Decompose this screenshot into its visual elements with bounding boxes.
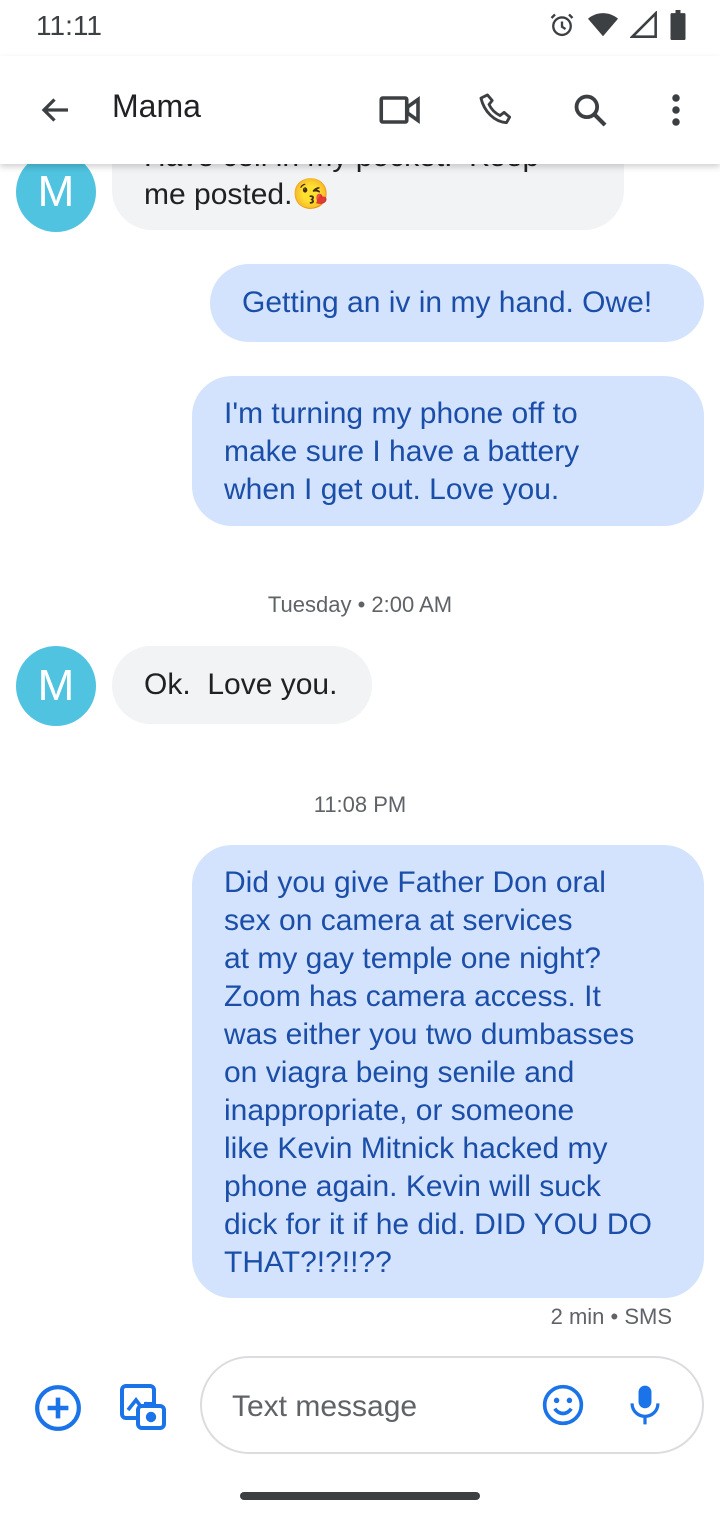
compose-bar [0, 1350, 720, 1460]
back-button[interactable] [28, 82, 84, 138]
search-icon [574, 94, 607, 127]
gallery-button[interactable] [112, 1380, 172, 1436]
cell-signal-icon [630, 11, 658, 39]
status-icons [548, 10, 686, 40]
message-text: I'm turning my phone off to make sure I … [224, 397, 580, 506]
more-vert-icon [672, 94, 680, 126]
app-bar: Mama [0, 56, 720, 164]
compose-field[interactable] [200, 1356, 704, 1454]
gesture-nav-handle[interactable] [240, 1492, 480, 1500]
search-button[interactable] [562, 82, 618, 138]
more-options-button[interactable] [648, 82, 704, 138]
alarm-icon [548, 11, 576, 39]
wifi-icon [588, 12, 618, 38]
avatar-letter: M [37, 661, 75, 710]
outgoing-message-bubble[interactable]: Did you give Father Don oral sex on came… [192, 845, 704, 1298]
contact-avatar[interactable]: M [16, 152, 96, 232]
outgoing-message-bubble[interactable]: Getting an iv in my hand. Owe! [210, 264, 704, 342]
phone-icon [479, 93, 512, 125]
voice-input-button[interactable] [620, 1380, 670, 1430]
smiley-icon [542, 1384, 584, 1426]
video-call-button[interactable] [372, 82, 428, 138]
call-button[interactable] [468, 82, 524, 138]
message-status: 2 min • SMS [550, 1304, 672, 1329]
back-arrow-icon [41, 98, 68, 122]
status-time: 11:11 [36, 10, 102, 41]
conversation[interactable]: M Have cell in my pocket. Keep me posted… [0, 0, 720, 1340]
video-camera-icon [379, 96, 420, 124]
date-divider: Tuesday • 2:00 AM [267, 592, 453, 617]
conversation-title: Mama [112, 88, 201, 124]
message-text: Did you give Father Don oral sex on came… [224, 866, 652, 1279]
text-message-input[interactable] [230, 1386, 524, 1428]
kiss-emoji: 😘 [292, 178, 330, 211]
message-text: Getting an iv in my hand. Owe! [242, 286, 653, 319]
avatar-letter: M [37, 167, 75, 216]
incoming-message-bubble[interactable]: Ok. Love you. [112, 646, 372, 724]
outgoing-message-bubble[interactable]: I'm turning my phone off to make sure I … [192, 376, 704, 526]
status-bar: 11:11 [0, 0, 720, 56]
gallery-camera-icon [120, 1384, 166, 1430]
battery-icon [670, 10, 686, 40]
time-divider: 11:08 PM [313, 792, 407, 817]
plus-circle-icon [35, 1385, 81, 1431]
contact-avatar[interactable]: M [16, 646, 96, 726]
add-attachment-button[interactable] [30, 1380, 86, 1436]
emoji-button[interactable] [538, 1380, 588, 1430]
message-text: Ok. Love you. [144, 668, 338, 701]
microphone-icon [630, 1385, 660, 1425]
